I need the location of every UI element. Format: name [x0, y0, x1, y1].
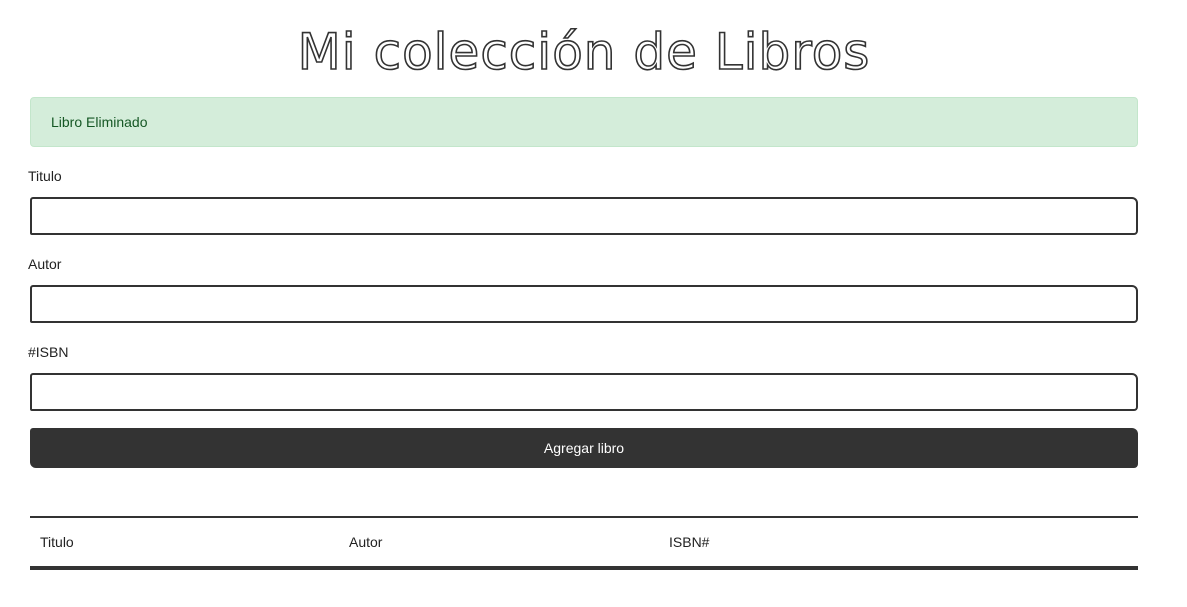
success-alert: Libro Eliminado [30, 97, 1138, 147]
title-label: Titulo [28, 168, 62, 184]
isbn-label: #ISBN [28, 344, 69, 360]
column-header-title: Titulo [40, 534, 74, 550]
author-label: Autor [28, 256, 62, 272]
column-header-isbn: ISBN# [669, 534, 710, 550]
add-book-button[interactable]: Agregar libro [30, 428, 1138, 468]
table-header-row: Titulo Autor ISBN# [30, 517, 1138, 568]
book-table-header: Titulo Autor ISBN# [30, 517, 1138, 568]
page-title: Mi colección de Libros [297, 22, 871, 82]
author-input[interactable] [30, 285, 1138, 323]
isbn-input[interactable] [30, 373, 1138, 411]
title-input[interactable] [30, 197, 1138, 235]
book-table: Titulo Autor ISBN# [30, 516, 1138, 570]
column-header-actions [909, 517, 1138, 568]
column-header-author: Autor [349, 534, 383, 550]
